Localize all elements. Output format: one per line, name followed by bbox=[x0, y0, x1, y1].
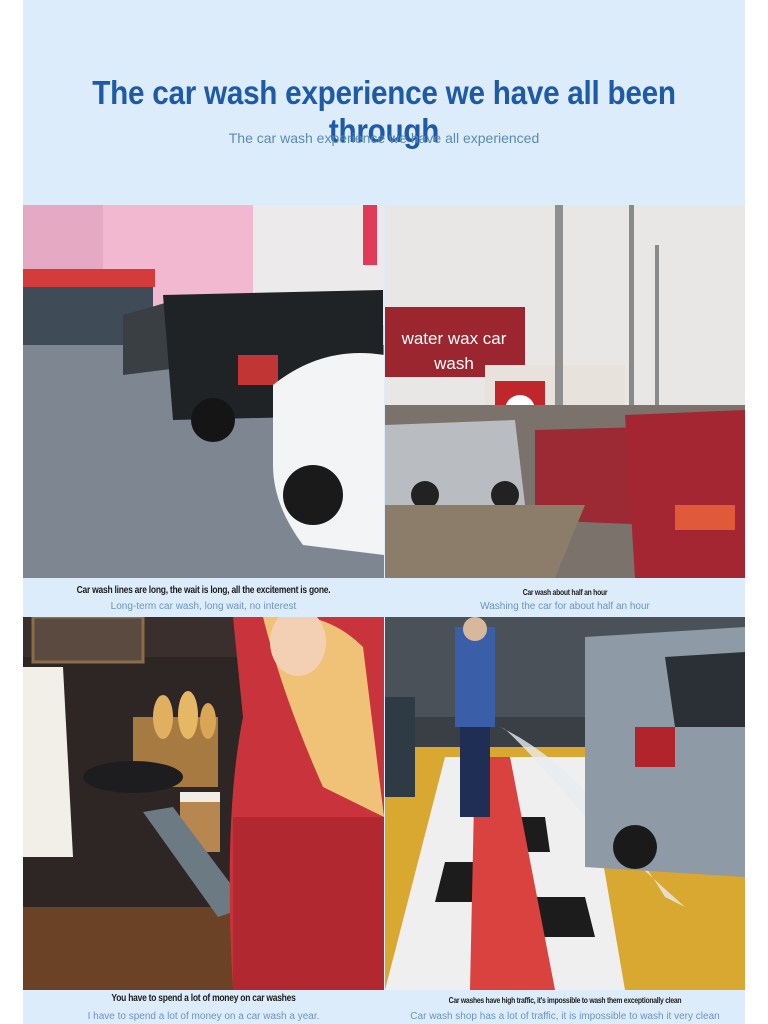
caption-queue: Car wash lines are long, the wait is lon… bbox=[76, 585, 331, 596]
photo-payment bbox=[23, 617, 384, 990]
subcaption-expensive: I have to spend a lot of money on a car … bbox=[87, 1011, 320, 1022]
caption-wash-time: Car wash about half an hour bbox=[522, 588, 608, 597]
caption-expensive: You have to spend a lot of money on car … bbox=[111, 993, 296, 1004]
caption-high-traffic: Car washes have high traffic, it's impos… bbox=[448, 996, 682, 1005]
hero-banner: The car wash experience we have all been… bbox=[23, 0, 745, 205]
photo-water-wax-car-wash bbox=[385, 205, 745, 578]
photo-car-wash-queue bbox=[23, 205, 384, 578]
subcaption-queue: Long-term car wash, long wait, no intere… bbox=[110, 601, 297, 612]
water-wax-overlay-label: water wax car wash bbox=[401, 329, 507, 373]
subcaption-wash-time: Washing the car for about half an hour bbox=[480, 601, 650, 612]
photo-busy-car-wash bbox=[385, 617, 745, 990]
page-subtitle: The car wash experience we have all expe… bbox=[228, 130, 540, 146]
subcaption-high-traffic: Car wash shop has a lot of traffic, it i… bbox=[410, 1011, 720, 1022]
